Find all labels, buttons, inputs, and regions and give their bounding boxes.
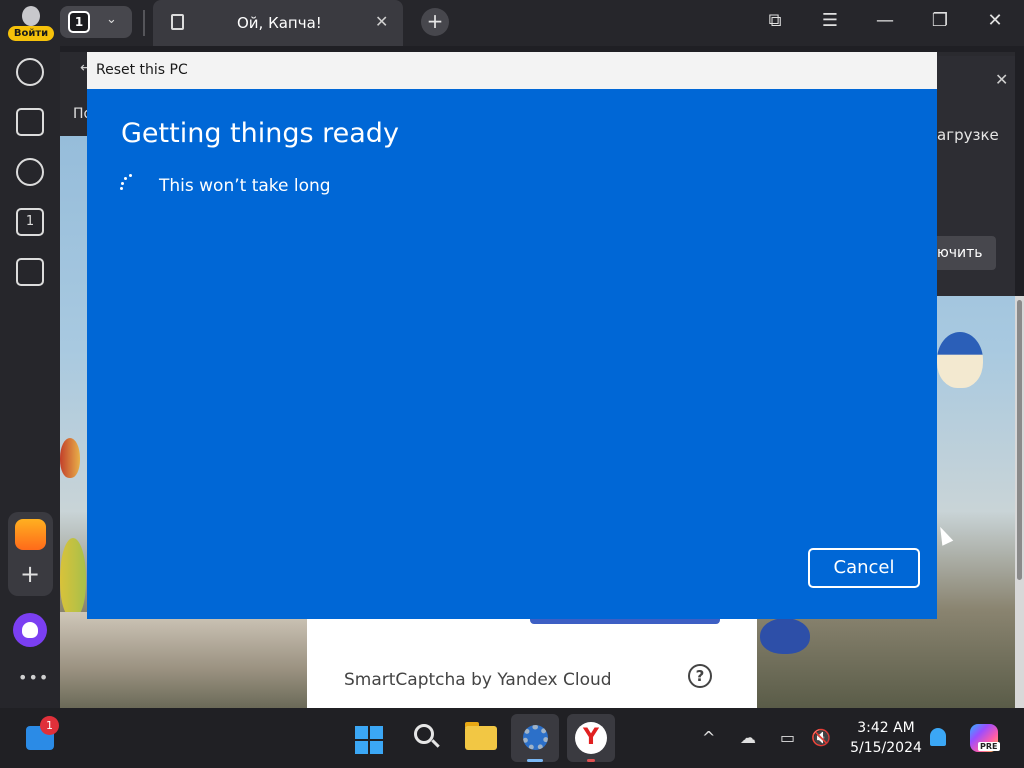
cancel-button[interactable]: Cancel [808, 548, 920, 588]
windows-logo-icon [355, 726, 383, 754]
file-explorer-button[interactable] [457, 714, 505, 762]
notification-bell-icon[interactable] [930, 728, 946, 746]
add-app-icon[interactable]: + [20, 560, 40, 588]
balloon-image [60, 438, 80, 478]
more-icon[interactable]: ••• [18, 668, 49, 687]
dialog-title: Reset this PC [96, 62, 188, 78]
windows-taskbar: 1 Y ^ ☁ ▭ 🔇 3:42 AM 5/15/2024 PRE [0, 708, 1024, 768]
tab-count-button[interactable]: 1 ⌄ [60, 6, 132, 38]
settings-button[interactable] [511, 714, 559, 762]
page-scrollbar[interactable] [1015, 296, 1024, 708]
new-tab-button[interactable]: + [421, 8, 449, 36]
restore-icon[interactable]: ❐ [926, 10, 954, 31]
clock-date: 5/15/2024 [850, 740, 922, 756]
copilot-preview-badge: PRE [978, 742, 1000, 751]
toolbar-divider [143, 10, 145, 36]
folder-icon [465, 726, 497, 750]
active-indicator [527, 759, 543, 762]
popup-text: агрузке [937, 126, 999, 144]
search-button[interactable] [402, 714, 450, 762]
loading-spinner-icon [120, 174, 136, 192]
clock-time: 3:42 AM [857, 720, 915, 736]
login-button[interactable]: Войти [8, 4, 54, 42]
video-icon[interactable] [16, 158, 44, 186]
running-indicator [587, 759, 595, 762]
tab-close-icon[interactable]: ✕ [375, 12, 388, 31]
yandex-browser-icon: Y [575, 722, 607, 754]
reset-pc-dialog: Reset this PC Getting things ready This … [87, 52, 937, 619]
bookmarks-icon[interactable]: ⧉ [761, 10, 789, 31]
captcha-widget: SmartCaptcha by Yandex Cloud ? [307, 618, 757, 708]
collections-icon[interactable] [16, 108, 44, 136]
dialog-heading: Getting things ready [121, 118, 399, 149]
tray-chevron-icon[interactable]: ^ [702, 728, 715, 747]
browser-top-bar: Войти 1 ⌄ Ой, Капча! ✕ + ⧉ ☰ — ❐ ✕ [0, 0, 1024, 46]
gear-icon [523, 725, 548, 750]
tabs-icon[interactable]: 1 [16, 208, 44, 236]
tab-title: Ой, Капча! [237, 14, 322, 32]
minimize-icon[interactable]: — [871, 10, 899, 31]
document-icon [171, 14, 184, 30]
window-close-icon[interactable]: ✕ [981, 10, 1009, 31]
start-button[interactable] [345, 714, 393, 762]
search-icon-handle [431, 739, 440, 748]
screenshot-icon[interactable] [16, 258, 44, 286]
balloon-image [760, 618, 810, 654]
popup-action-button[interactable]: ючить [937, 236, 996, 270]
volume-muted-icon[interactable]: 🔇 [811, 728, 831, 747]
onedrive-cloud-icon[interactable]: ☁ [740, 728, 756, 747]
chevron-down-icon: ⌄ [106, 12, 117, 27]
captcha-brand: SmartCaptcha by Yandex Cloud [344, 670, 612, 690]
alice-glyph [22, 622, 38, 638]
history-icon[interactable] [16, 58, 44, 86]
help-icon[interactable]: ? [688, 664, 712, 688]
sidebar-apps-panel: + [8, 512, 53, 596]
user-avatar-icon [22, 6, 40, 26]
mail-icon[interactable] [15, 519, 46, 550]
yandex-browser-button[interactable]: Y [567, 714, 615, 762]
alice-assistant-icon[interactable] [13, 613, 47, 647]
dialog-titlebar: Reset this PC [87, 52, 937, 89]
popup-action-label: ючить [937, 245, 983, 261]
system-clock[interactable]: 3:42 AM 5/15/2024 [848, 718, 924, 758]
browser-tab[interactable]: Ой, Капча! ✕ [153, 0, 403, 46]
popup-close-icon[interactable]: ✕ [995, 70, 1008, 89]
balloon-image [60, 538, 86, 618]
balloon-image [937, 332, 983, 388]
tab-count-value: 1 [68, 11, 90, 33]
dialog-subtext: This won’t take long [159, 176, 331, 196]
network-display-icon[interactable]: ▭ [780, 728, 795, 747]
browser-sidebar: 1 + ••• [0, 46, 60, 708]
login-label: Войти [8, 26, 54, 41]
menu-icon[interactable]: ☰ [816, 10, 844, 31]
scrollbar-thumb[interactable] [1017, 300, 1022, 580]
widgets-badge: 1 [40, 716, 59, 735]
landscape-rocks [60, 612, 307, 708]
notification-popup: ✕ агрузке ючить [937, 56, 1015, 296]
